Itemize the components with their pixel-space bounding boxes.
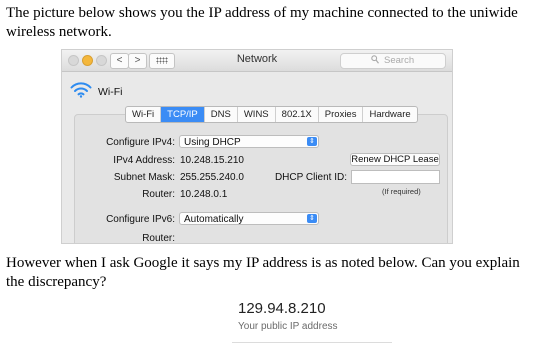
configure-ipv6-select[interactable]: Automatically ⇕: [179, 212, 319, 225]
divider: [232, 342, 392, 343]
dhcp-client-id-label: DHCP Client ID:: [274, 172, 347, 183]
configure-ipv4-label: Configure IPv4:: [106, 137, 175, 148]
ipv4-address-label: IPv4 Address:: [113, 155, 175, 166]
tab-wins[interactable]: WINS: [238, 107, 276, 122]
dhcp-client-id-field[interactable]: [351, 170, 440, 184]
search-icon: [371, 55, 379, 69]
search-placeholder: Search: [384, 55, 415, 66]
public-ip-address: 129.94.8.210: [238, 300, 326, 317]
tab-8021x[interactable]: 802.1X: [276, 107, 319, 122]
chevron-updown-icon: ⇕: [307, 214, 317, 223]
if-required-note: (If required): [382, 187, 421, 196]
chevron-updown-icon: ⇕: [307, 137, 317, 146]
configure-ipv4-value: Using DHCP: [184, 137, 241, 148]
title-bar: < > Network Search: [62, 50, 452, 72]
configure-ipv6-value: Automatically: [184, 214, 244, 225]
subnet-mask-value: 255.255.240.0: [180, 172, 244, 183]
intro-paragraph: The picture below shows you the IP addre…: [6, 5, 518, 40]
configure-ipv4-select[interactable]: Using DHCP ⇕: [179, 135, 319, 148]
question-paragraph: However when I ask Google it says my IP …: [6, 255, 520, 290]
renew-dhcp-lease-button[interactable]: Renew DHCP Lease: [350, 153, 440, 166]
ipv4-address-value: 10.248.15.210: [180, 155, 244, 166]
configure-ipv6-label: Configure IPv6:: [106, 214, 175, 225]
router-label: Router:: [142, 189, 175, 200]
settings-panel: Configure IPv4: Using DHCP ⇕ IPv4 Addres…: [74, 114, 448, 244]
tab-dns[interactable]: DNS: [205, 107, 238, 122]
router6-label: Router:: [142, 233, 175, 244]
tab-hardware[interactable]: Hardware: [363, 107, 416, 122]
interface-name: Wi-Fi: [98, 86, 123, 98]
tab-tcpip[interactable]: TCP/IP: [161, 107, 205, 122]
tab-bar: Wi-Fi TCP/IP DNS WINS 802.1X Proxies Har…: [125, 106, 418, 123]
wifi-icon: [70, 82, 92, 98]
network-preferences-window: < > Network Search Wi-Fi Configure IPv4:…: [61, 49, 453, 244]
subnet-mask-label: Subnet Mask:: [113, 172, 175, 183]
router-value: 10.248.0.1: [180, 189, 228, 200]
search-field[interactable]: Search: [340, 53, 446, 69]
public-ip-caption: Your public IP address: [238, 321, 338, 332]
tab-wifi[interactable]: Wi-Fi: [126, 107, 162, 122]
public-ip-card: 129.94.8.210 Your public IP address: [232, 290, 392, 344]
tab-proxies[interactable]: Proxies: [319, 107, 364, 122]
